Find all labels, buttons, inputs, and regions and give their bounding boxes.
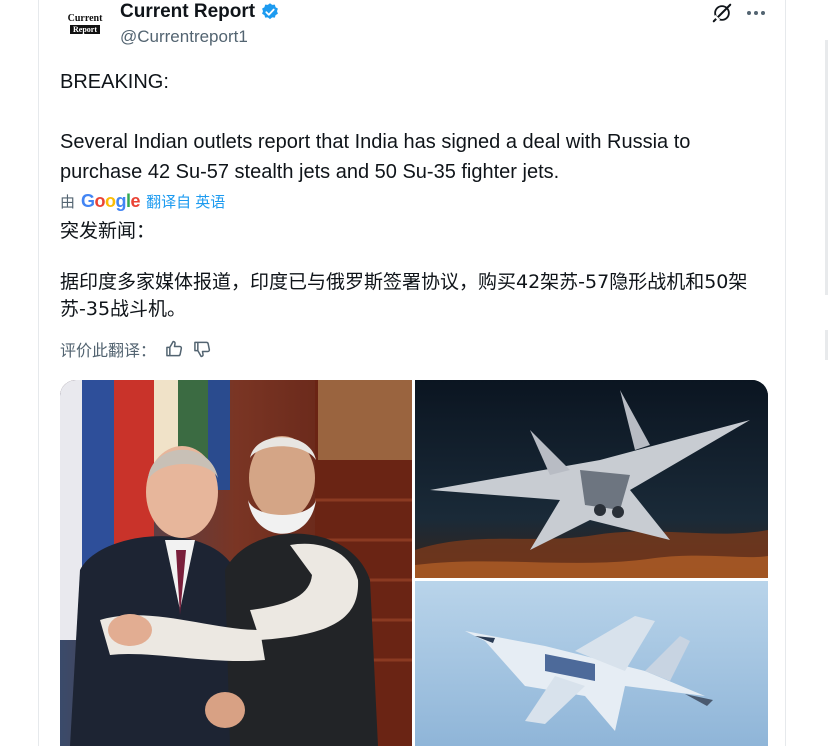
media-photo-su57[interactable] [415, 380, 768, 578]
avatar-line-2: Report [70, 25, 100, 34]
media-photo-su35[interactable] [415, 581, 768, 746]
tweet-text-breaking: BREAKING: [60, 71, 169, 93]
handle[interactable]: @Currentreport1 [120, 27, 248, 47]
display-name[interactable]: Current Report [120, 1, 255, 23]
tweet-card: Current Report Current Report @Currentre… [38, 0, 786, 746]
translated-text-breaking: 突发新闻： [60, 220, 156, 242]
avatar-line-1: Current [67, 13, 103, 24]
translated-by-label: 由 [60, 194, 76, 211]
media-photo-leaders[interactable] [60, 380, 412, 746]
right-rail [786, 0, 828, 746]
more-icon[interactable] [743, 2, 769, 24]
translated-from-link[interactable]: 翻译自 英语 [146, 191, 225, 212]
media-grid [60, 380, 768, 746]
grok-icon[interactable] [711, 2, 733, 24]
rate-translation-row: 评价此翻译： [60, 337, 212, 361]
translation-attribution: 由 Google 翻译自 英语 [60, 191, 225, 212]
thumbs-up-icon[interactable] [164, 339, 184, 359]
author-row: Current Report [120, 1, 280, 23]
avatar[interactable]: Current Report [61, 4, 109, 44]
translated-text-body: 据印度多家媒体报道，印度已与俄罗斯签署协议，购买42架苏-57隐形战机和50架苏… [60, 271, 748, 320]
rate-translation-label: 评价此翻译： [60, 341, 157, 360]
tweet-text-body: Several Indian outlets report that India… [60, 131, 691, 183]
left-rail [0, 0, 38, 746]
thumbs-down-icon[interactable] [192, 339, 212, 359]
verified-badge-icon [262, 3, 279, 20]
google-logo: Google [81, 191, 141, 211]
